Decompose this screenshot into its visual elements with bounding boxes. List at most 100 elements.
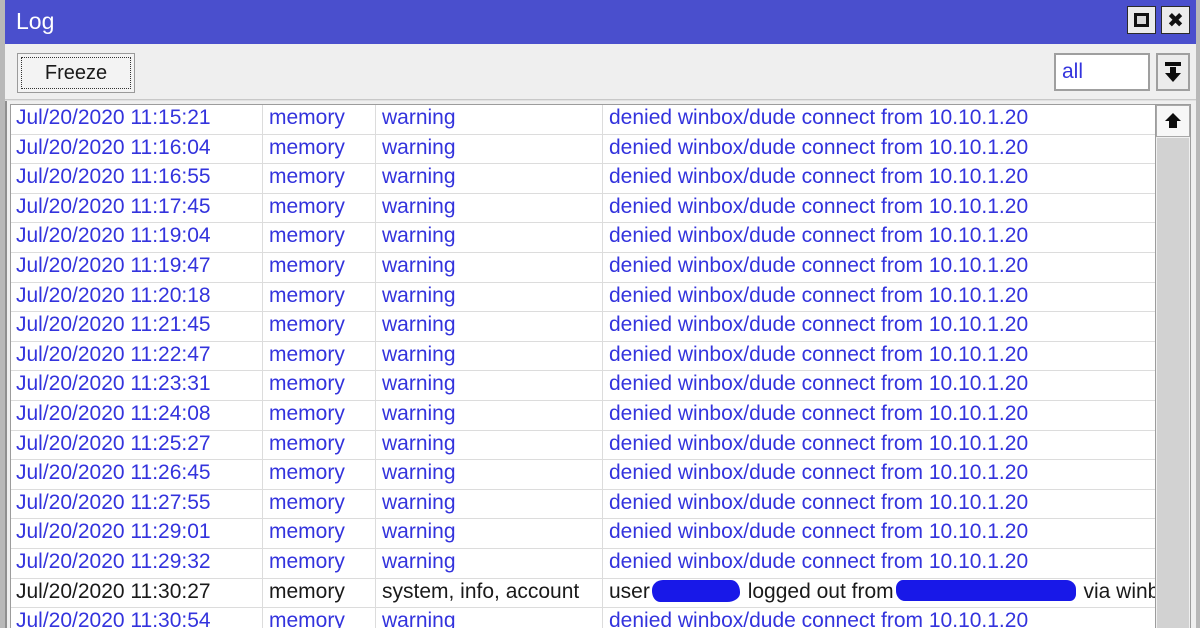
log-entry-message: denied winbox/dude connect from 10.10.1.… <box>609 372 1029 396</box>
log-entry-row[interactable]: Jul/20/2020 11:23:31 memory warning denied … <box>11 371 1162 401</box>
scroll-track[interactable] <box>1157 138 1189 628</box>
log-entry-time: Jul/20/2020 11:23:31 <box>16 372 211 396</box>
log-entry-row[interactable]: Jul/20/2020 11:22:47 memory warning denied … <box>11 342 1162 372</box>
log-entry-message: denied winbox/dude connect from 10.10.1.… <box>609 165 1029 189</box>
log-entry-message: denied winbox/dude connect from 10.10.1.… <box>609 313 1029 337</box>
log-entry-message: denied winbox/dude connect from 10.10.1.… <box>609 283 1029 307</box>
maximize-icon <box>1134 13 1149 27</box>
log-entry-message: denied winbox/dude connect from 10.10.1.… <box>609 224 1029 248</box>
log-entry-row[interactable]: Jul/20/2020 11:16:04 memory warning denied … <box>11 135 1162 165</box>
log-entry-row[interactable]: Jul/20/2020 11:24:08 memory warning denied … <box>11 401 1162 431</box>
log-entry-message: denied winbox/dude connect from 10.10.1.… <box>609 490 1029 514</box>
log-entry-time: Jul/20/2020 11:22:47 <box>16 342 211 366</box>
log-entry-message: denied winbox/dude connect from 10.10.1.… <box>609 194 1029 218</box>
log-entry-buffer: memory <box>269 549 345 573</box>
log-entry-topics: warning <box>382 194 456 218</box>
toolbar: Freeze all <box>5 44 1196 101</box>
log-entry-row[interactable]: Jul/20/2020 11:27:55 memory warning denied … <box>11 490 1162 520</box>
log-entry-topics: warning <box>382 106 456 129</box>
log-entry-topics: warning <box>382 135 456 159</box>
log-entry-row[interactable]: Jul/20/2020 11:20:18 memory warning denied … <box>11 283 1162 313</box>
log-entry-time: Jul/20/2020 11:16:55 <box>16 165 211 189</box>
log-entry-row[interactable]: Jul/20/2020 11:15:21 memory warning denied … <box>11 105 1162 135</box>
log-entry-row[interactable]: Jul/20/2020 11:30:27 memory system, info, … <box>11 579 1162 609</box>
log-entry-buffer: memory <box>269 342 345 366</box>
log-entry-time: Jul/20/2020 11:15:21 <box>16 106 211 129</box>
log-entry-time: Jul/20/2020 11:26:45 <box>16 461 211 485</box>
scroll-up-button[interactable] <box>1156 105 1190 137</box>
log-list-area[interactable]: Jul/20/2020 11:15:21 memory warning denied … <box>10 104 1163 628</box>
log-entry-message: user logged out from via winbox <box>609 579 1162 604</box>
log-entry-message: denied winbox/dude connect from 10.10.1.… <box>609 253 1029 277</box>
log-entry-message: denied winbox/dude connect from 10.10.1.… <box>609 431 1029 455</box>
log-entry-topics: warning <box>382 609 456 628</box>
log-filter-input[interactable]: all <box>1054 53 1150 91</box>
maximize-button[interactable] <box>1127 6 1156 34</box>
message-suffix: via winbox <box>1083 579 1162 603</box>
log-entry-buffer: memory <box>269 461 345 485</box>
log-entry-row[interactable]: Jul/20/2020 11:16:55 memory warning denied … <box>11 164 1162 194</box>
log-entry-row[interactable]: Jul/20/2020 11:21:45 memory warning denied … <box>11 312 1162 342</box>
log-entry-time: Jul/20/2020 11:30:54 <box>16 609 211 628</box>
log-entry-time: Jul/20/2020 11:19:47 <box>16 253 211 277</box>
log-entry-row[interactable]: Jul/20/2020 11:29:01 memory warning denied … <box>11 519 1162 549</box>
log-entry-message: denied winbox/dude connect from 10.10.1.… <box>609 520 1029 544</box>
log-entry-time: Jul/20/2020 11:21:45 <box>16 313 211 337</box>
log-entry-topics: warning <box>382 431 456 455</box>
freeze-button[interactable]: Freeze <box>17 53 135 93</box>
window-title: Log <box>16 8 55 34</box>
log-entry-row[interactable]: Jul/20/2020 11:30:54 memory warning denied … <box>11 608 1162 628</box>
log-filter-value: all <box>1062 60 1084 83</box>
log-entry-buffer: memory <box>269 165 345 189</box>
log-entry-buffer: memory <box>269 194 345 218</box>
log-entry-time: Jul/20/2020 11:24:08 <box>16 401 211 425</box>
log-entry-time: Jul/20/2020 11:29:32 <box>16 549 211 573</box>
message-prefix: user <box>609 579 650 603</box>
log-entry-row[interactable]: Jul/20/2020 11:26:45 memory warning denied … <box>11 460 1162 490</box>
log-entry-buffer: memory <box>269 313 345 337</box>
log-entry-row[interactable]: Jul/20/2020 11:19:04 memory warning denied … <box>11 223 1162 253</box>
log-entry-topics: warning <box>382 283 456 307</box>
close-button[interactable]: ✖ <box>1161 6 1190 34</box>
log-vertical-scrollbar[interactable] <box>1155 104 1191 628</box>
log-entry-buffer: memory <box>269 135 345 159</box>
log-window: Log ✖ Freeze all Jul/20/2020 11:15:21 mem… <box>0 0 1200 628</box>
log-entry-time: Jul/20/2020 11:20:18 <box>16 283 211 307</box>
log-entry-buffer: memory <box>269 283 345 307</box>
log-entry-topics: warning <box>382 372 456 396</box>
log-entry-time: Jul/20/2020 11:27:55 <box>16 490 211 514</box>
log-entry-message: denied winbox/dude connect from 10.10.1.… <box>609 461 1029 485</box>
log-entry-list: Jul/20/2020 11:15:21 memory warning denied … <box>11 105 1162 628</box>
chevron-down-bar-icon <box>1164 62 1182 82</box>
log-entry-topics: warning <box>382 342 456 366</box>
log-entry-row[interactable]: Jul/20/2020 11:19:47 memory warning denied … <box>11 253 1162 283</box>
log-entry-topics: warning <box>382 549 456 573</box>
log-entry-time: Jul/20/2020 11:30:27 <box>16 579 211 603</box>
log-entry-time: Jul/20/2020 11:16:04 <box>16 135 211 159</box>
log-entry-buffer: memory <box>269 106 345 129</box>
log-entry-time: Jul/20/2020 11:17:45 <box>16 194 211 218</box>
log-entry-message: denied winbox/dude connect from 10.10.1.… <box>609 549 1029 573</box>
log-entry-message: denied winbox/dude connect from 10.10.1.… <box>609 106 1029 129</box>
log-filter-dropdown-button[interactable] <box>1156 53 1190 91</box>
log-entry-topics: warning <box>382 313 456 337</box>
log-entry-row[interactable]: Jul/20/2020 11:29:32 memory warning denied … <box>11 549 1162 579</box>
log-entry-topics: warning <box>382 224 456 248</box>
log-entry-time: Jul/20/2020 11:25:27 <box>16 431 211 455</box>
log-entry-row[interactable]: Jul/20/2020 11:17:45 memory warning denied … <box>11 194 1162 224</box>
arrow-up-icon <box>1164 113 1182 129</box>
log-entry-time: Jul/20/2020 11:29:01 <box>16 520 211 544</box>
log-entry-topics: warning <box>382 461 456 485</box>
log-entry-message: denied winbox/dude connect from 10.10.1.… <box>609 401 1029 425</box>
log-entry-time: Jul/20/2020 11:19:04 <box>16 224 211 248</box>
log-entry-buffer: memory <box>269 253 345 277</box>
log-entry-topics: warning <box>382 520 456 544</box>
log-entry-buffer: memory <box>269 372 345 396</box>
log-entry-buffer: memory <box>269 609 345 628</box>
log-entry-row[interactable]: Jul/20/2020 11:25:27 memory warning denied … <box>11 431 1162 461</box>
window-titlebar[interactable]: Log ✖ <box>5 0 1196 44</box>
log-entry-buffer: memory <box>269 401 345 425</box>
freeze-button-label: Freeze <box>21 57 131 89</box>
log-entry-message: denied winbox/dude connect from 10.10.1.… <box>609 135 1029 159</box>
log-entry-topics: warning <box>382 490 456 514</box>
